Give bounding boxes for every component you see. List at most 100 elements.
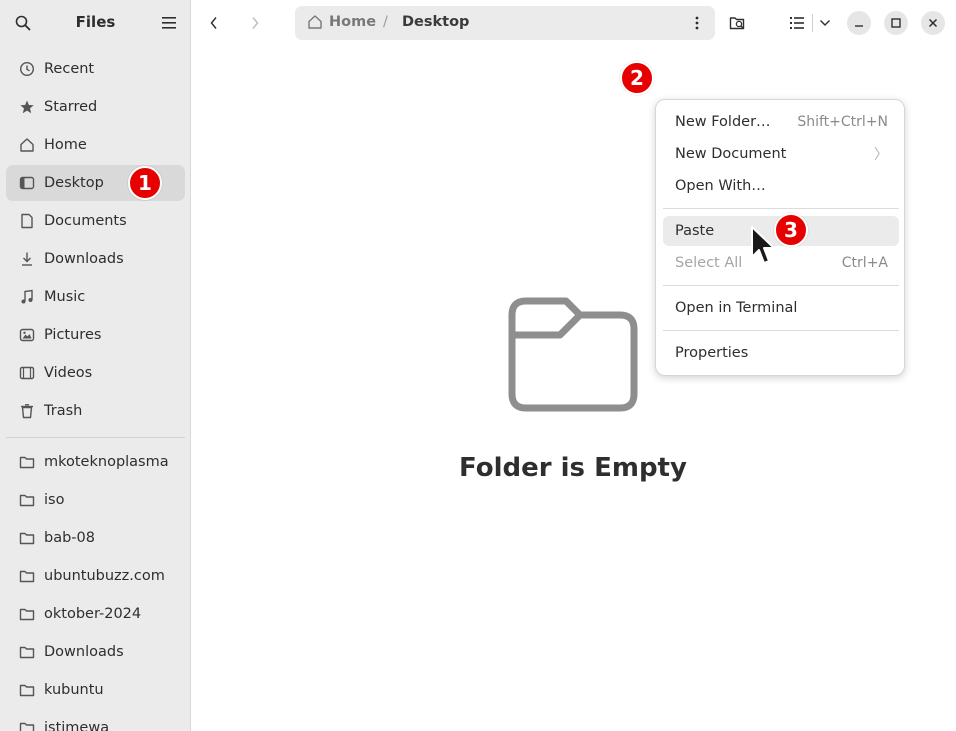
clock-icon [19, 61, 35, 77]
folder-icon [19, 646, 35, 659]
sidebar-item-recent[interactable]: Recent [6, 51, 185, 87]
sidebar-item-videos[interactable]: Videos [6, 355, 185, 391]
sidebar: Files Recent Starred Home Desktop Docume… [0, 0, 191, 731]
menu-item-label: Properties [675, 345, 749, 361]
sidebar-item-label: Videos [44, 365, 93, 381]
sidebar-item-label: bab-08 [44, 530, 95, 546]
sidebar-bookmark[interactable]: iso [6, 482, 185, 518]
chevron-right-icon [252, 17, 259, 29]
close-icon [928, 18, 938, 28]
forward-button[interactable] [240, 8, 270, 38]
mouse-pointer-icon [751, 226, 775, 264]
sidebar-item-label: Downloads [44, 644, 124, 660]
sidebar-item-label: istimewa [44, 720, 110, 731]
trash-icon [21, 404, 33, 419]
sidebar-bookmark[interactable]: Downloads [6, 634, 185, 670]
sidebar-item-label: iso [44, 492, 65, 508]
home-icon [20, 138, 34, 152]
sidebar-bookmark[interactable]: ubuntubuzz.com [6, 558, 185, 594]
document-icon [21, 213, 33, 229]
download-icon [22, 252, 32, 266]
step-badge-1: 1 [128, 166, 162, 200]
path-bar[interactable]: Home / Desktop [295, 6, 715, 40]
menu-item-label: Select All [675, 255, 743, 271]
menu-item-label: Open With… [675, 178, 766, 194]
sidebar-item-home[interactable]: Home [6, 127, 185, 163]
sidebar-item-label: oktober-2024 [44, 606, 142, 622]
menu-item-select-all[interactable]: Select All Ctrl+A [663, 248, 899, 278]
menu-item-shortcut: Ctrl+A [841, 255, 888, 271]
sidebar-item-label: Downloads [44, 251, 124, 267]
sidebar-item-label: kubuntu [44, 682, 104, 698]
sidebar-item-label: Documents [44, 213, 127, 229]
back-button[interactable] [199, 8, 229, 38]
sidebar-item-label: Desktop [44, 175, 104, 191]
search-folder-button[interactable] [723, 8, 753, 38]
chevron-left-icon [210, 17, 217, 29]
breadcrumb-current[interactable]: Desktop [402, 14, 469, 30]
maximize-button[interactable] [884, 11, 908, 35]
maximize-icon [891, 18, 901, 28]
sidebar-item-label: Recent [44, 61, 95, 77]
picture-icon [19, 328, 35, 342]
step-badge-3: 3 [774, 213, 808, 247]
star-icon [20, 100, 34, 114]
sidebar-header: Files [0, 0, 191, 46]
menu-item-label: New Document [675, 146, 787, 162]
submenu-arrow-icon: 〉 [874, 147, 888, 163]
sidebar-item-label: Pictures [44, 327, 102, 343]
menu-item-properties[interactable]: Properties [663, 338, 899, 368]
sidebar-separator [6, 437, 185, 438]
music-icon [21, 289, 33, 304]
sidebar-item-label: Home [44, 137, 87, 153]
sidebar-item-label: Starred [44, 99, 98, 115]
path-menu-button[interactable] [687, 13, 707, 33]
view-options-button[interactable] [810, 8, 840, 38]
folder-icon [19, 494, 35, 507]
vertical-dots-icon [695, 16, 699, 30]
empty-folder-icon [508, 297, 638, 412]
sidebar-bookmark[interactable]: mkoteknoplasma [6, 444, 185, 480]
sidebar-item-starred[interactable]: Starred [6, 89, 185, 125]
menu-item-label: Paste [675, 223, 715, 239]
menu-separator [663, 208, 899, 209]
menu-item-label: New Folder… [675, 114, 771, 130]
hamburger-icon [162, 17, 176, 29]
breadcrumb-home[interactable]: Home [307, 14, 376, 30]
close-button[interactable] [921, 11, 945, 35]
view-list-button[interactable] [782, 8, 812, 38]
breadcrumb-separator: / [383, 14, 388, 30]
folder-icon [19, 570, 35, 583]
desktop-icon [19, 176, 35, 190]
menu-separator [663, 285, 899, 286]
minimize-button[interactable] [847, 11, 871, 35]
folder-icon [19, 608, 35, 621]
sidebar-bookmark[interactable]: oktober-2024 [6, 596, 185, 632]
menu-item-shortcut: Shift+Ctrl+N [797, 114, 888, 130]
sidebar-item-music[interactable]: Music [6, 279, 185, 315]
folder-icon [19, 456, 35, 469]
sidebar-bookmark[interactable]: bab-08 [6, 520, 185, 556]
sidebar-item-documents[interactable]: Documents [6, 203, 185, 239]
menu-item-new-document[interactable]: New Document 〉 [663, 139, 899, 169]
menu-item-open-in-terminal[interactable]: Open in Terminal [663, 293, 899, 323]
folder-search-icon [729, 17, 745, 30]
sidebar-bookmark[interactable]: istimewa [6, 710, 185, 731]
menu-item-label: Open in Terminal [675, 300, 798, 316]
minimize-icon [855, 25, 863, 27]
sidebar-item-label: mkoteknoplasma [44, 454, 169, 470]
menu-item-new-folder[interactable]: New Folder… Shift+Ctrl+N [663, 107, 899, 137]
folder-icon [19, 722, 35, 731]
sidebar-item-trash[interactable]: Trash [6, 393, 185, 429]
sidebar-item-downloads[interactable]: Downloads [6, 241, 185, 277]
list-view-icon [790, 17, 804, 29]
sidebar-bookmark[interactable]: kubuntu [6, 672, 185, 708]
menu-separator [663, 330, 899, 331]
menu-item-open-with[interactable]: Open With… [663, 171, 899, 201]
sidebar-item-label: Trash [44, 403, 83, 419]
sidebar-item-pictures[interactable]: Pictures [6, 317, 185, 353]
main-menu-button[interactable] [156, 10, 182, 36]
folder-icon [19, 684, 35, 697]
step-badge-2: 2 [620, 61, 654, 95]
sidebar-item-label: Music [44, 289, 86, 305]
